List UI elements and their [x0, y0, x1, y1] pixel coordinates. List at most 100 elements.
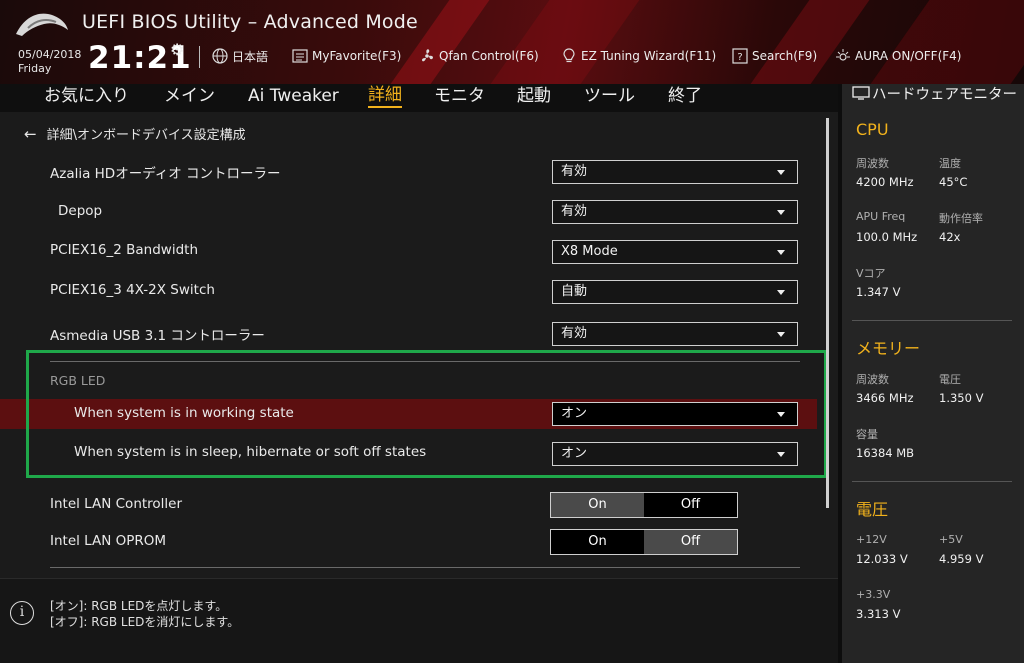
day-text: Friday [18, 62, 52, 75]
qfan-control-button[interactable]: Qfan Control(F6) [418, 46, 539, 66]
azalia-label: Azalia HDオーディオ コントローラー [50, 166, 281, 182]
asmedia-usb-select[interactable]: 有効 [552, 322, 798, 346]
pciex16-2-value: X8 Mode [561, 244, 618, 259]
mem-freq-value: 3466 MHz [856, 391, 914, 405]
myfavorite-button[interactable]: MyFavorite(F3) [291, 46, 401, 66]
date-display: 05/04/2018 Friday [18, 48, 81, 76]
depop-select[interactable]: 有効 [552, 200, 798, 224]
language-button[interactable]: 日本語 [211, 46, 268, 66]
intel-lan-controller-label: Intel LAN Controller [50, 496, 183, 512]
myfavorite-label: MyFavorite(F3) [312, 49, 402, 63]
apu-freq-label: APU Freq [856, 210, 906, 223]
divider [199, 46, 200, 68]
v33-label: +3.3V [856, 588, 891, 601]
main-tabs: お気に入り メイン Ai Tweaker 詳細 モニタ 起動 ツール 終了 [0, 84, 838, 112]
search-label: Search(F9) [752, 49, 818, 63]
toggle-off-option[interactable]: Off [644, 493, 737, 517]
depop-value: 有効 [561, 204, 588, 219]
settings-panel: ← 詳細\オンボードデバイス設定構成 Azalia HDオーディオ コントローラ… [0, 112, 838, 578]
v5-label: +5V [939, 533, 963, 546]
header-decor [870, 0, 1024, 84]
language-label: 日本語 [232, 49, 269, 64]
pciex16-2-select[interactable]: X8 Mode [552, 240, 798, 264]
toggle-on-option[interactable]: On [551, 530, 644, 554]
pciex16-3-label: PCIEX16_3 4X-2X Switch [50, 282, 215, 298]
monitor-icon [852, 86, 870, 100]
hardware-monitor-title: ハードウェアモニター [852, 86, 1022, 104]
cpu-freq-value: 4200 MHz [856, 175, 914, 189]
pciex16-3-select[interactable]: 自動 [552, 280, 798, 304]
scrollbar[interactable] [826, 118, 829, 508]
apu-freq-value: 100.0 MHz [856, 230, 918, 244]
v12-value: 12.033 V [856, 552, 908, 566]
aura-icon [836, 49, 850, 61]
vcore-label: Vコア [856, 267, 886, 280]
mem-capacity-label: 容量 [856, 428, 878, 441]
search-help-icon: ? [732, 48, 748, 64]
back-arrow-icon[interactable]: ← [24, 125, 37, 143]
hardware-monitor-title-text: ハードウェアモニター [872, 87, 1017, 103]
svg-text:?: ? [737, 52, 742, 63]
caret-down-icon [777, 210, 785, 215]
ez-tuning-wizard-button[interactable]: EZ Tuning Wizard(F11) [560, 46, 716, 66]
tab-main[interactable]: メイン [164, 84, 215, 108]
breadcrumb: ← 詳細\オンボードデバイス設定構成 [24, 124, 246, 144]
azalia-value: 有効 [561, 164, 588, 179]
cpu-section-title: CPU [856, 120, 889, 139]
mem-freq-label: 周波数 [856, 373, 889, 386]
aura-label: AURA ON/OFF(F4) [855, 49, 962, 63]
gear-icon[interactable]: ⚙ [170, 40, 184, 59]
favorite-list-icon [292, 49, 308, 63]
tab-tool[interactable]: ツール [584, 84, 635, 108]
section-divider [852, 481, 1012, 482]
tab-favorites[interactable]: お気に入り [44, 84, 129, 108]
azalia-select[interactable]: 有効 [552, 160, 798, 184]
v5-value: 4.959 V [939, 552, 984, 566]
tab-advanced[interactable]: 詳細 [368, 84, 402, 108]
mem-volt-value: 1.350 V [939, 391, 984, 405]
caret-down-icon [777, 250, 785, 255]
help-line-off: [オフ]: RGB LEDを消灯にします。 [50, 615, 240, 629]
pciex16-2-label: PCIEX16_2 Bandwidth [50, 242, 199, 258]
cpu-freq-label: 周波数 [856, 157, 889, 170]
search-button[interactable]: ? Search(F9) [731, 46, 817, 66]
help-line-on: [オン]: RGB LEDを点灯します。 [50, 599, 228, 613]
lightbulb-icon [563, 48, 575, 63]
voltage-section-title: 電圧 [856, 500, 889, 519]
help-panel: i [オン]: RGB LEDを点灯します。 [オフ]: RGB LEDを消灯に… [0, 578, 838, 663]
rog-logo-icon [16, 13, 68, 36]
cpu-temp-value: 45°C [939, 175, 968, 189]
caret-down-icon [777, 170, 785, 175]
tab-monitor[interactable]: モニタ [434, 84, 485, 108]
mem-volt-label: 電圧 [939, 373, 961, 386]
caret-down-icon [777, 290, 785, 295]
v12-label: +12V [856, 533, 887, 546]
cpu-ratio-label: 動作倍率 [939, 212, 983, 225]
breadcrumb-text: 詳細\オンボードデバイス設定構成 [46, 128, 246, 143]
date-text: 05/04/2018 [18, 48, 82, 61]
title-bar: UEFI BIOS Utility – Advanced Mode 05/04/… [0, 0, 1024, 84]
tab-boot[interactable]: 起動 [517, 84, 551, 108]
intel-lan-controller-toggle[interactable]: On Off [550, 492, 738, 518]
toggle-on-option[interactable]: On [551, 493, 644, 517]
intel-lan-oprom-toggle[interactable]: On Off [550, 529, 738, 555]
v33-value: 3.313 V [856, 607, 901, 621]
section-divider [852, 320, 1012, 321]
toggle-off-option[interactable]: Off [644, 530, 737, 554]
cpu-temp-label: 温度 [939, 157, 961, 170]
qfan-label: Qfan Control(F6) [439, 49, 539, 63]
highlight-box [26, 350, 827, 478]
asmedia-usb-value: 有効 [561, 326, 588, 341]
tab-ai-tweaker[interactable]: Ai Tweaker [248, 84, 339, 108]
cpu-ratio-value: 42x [939, 230, 961, 244]
memory-section-title: メモリー [856, 339, 921, 358]
intel-lan-oprom-label: Intel LAN OPROM [50, 533, 167, 549]
aura-toggle-button[interactable]: AURA ON/OFF(F4) [834, 46, 961, 66]
globe-icon [212, 48, 228, 64]
depop-label: Depop [58, 203, 103, 219]
hardware-monitor-panel: ハードウェアモニター CPU 周波数 温度 4200 MHz 45°C APU … [838, 84, 1024, 663]
tab-exit[interactable]: 終了 [668, 84, 702, 108]
info-icon: i [10, 601, 34, 625]
header-decor [750, 0, 870, 84]
vcore-value: 1.347 V [856, 285, 901, 299]
